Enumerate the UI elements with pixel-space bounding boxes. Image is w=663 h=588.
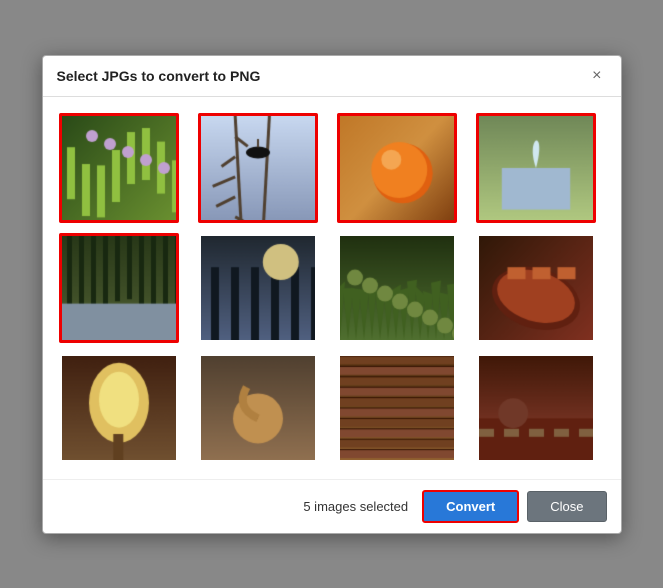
image-cell[interactable] bbox=[476, 113, 596, 223]
image-cell[interactable] bbox=[337, 353, 457, 463]
image-cell[interactable] bbox=[198, 353, 318, 463]
image-thumbnail bbox=[62, 116, 176, 220]
image-thumbnail bbox=[479, 236, 593, 340]
dialog-close-button[interactable]: × bbox=[587, 66, 606, 86]
dialog-header: Select JPGs to convert to PNG × bbox=[43, 56, 621, 97]
image-thumbnail bbox=[62, 356, 176, 460]
image-thumbnail bbox=[201, 236, 315, 340]
image-thumbnail bbox=[201, 356, 315, 460]
status-text: 5 images selected bbox=[57, 499, 409, 514]
image-cell[interactable] bbox=[198, 113, 318, 223]
image-thumbnail bbox=[340, 116, 454, 220]
image-thumbnail bbox=[479, 116, 593, 220]
dialog-body bbox=[43, 97, 621, 479]
image-cell[interactable] bbox=[59, 113, 179, 223]
image-thumbnail bbox=[201, 116, 315, 220]
dialog: Select JPGs to convert to PNG × 5 images… bbox=[42, 55, 622, 534]
image-thumbnail bbox=[479, 356, 593, 460]
image-grid bbox=[59, 113, 605, 463]
image-cell[interactable] bbox=[337, 113, 457, 223]
image-thumbnail bbox=[340, 236, 454, 340]
image-cell[interactable] bbox=[59, 353, 179, 463]
image-cell[interactable] bbox=[476, 353, 596, 463]
image-cell[interactable] bbox=[476, 233, 596, 343]
image-cell[interactable] bbox=[337, 233, 457, 343]
convert-button[interactable]: Convert bbox=[422, 490, 519, 523]
image-cell[interactable] bbox=[198, 233, 318, 343]
image-thumbnail bbox=[340, 356, 454, 460]
dialog-footer: 5 images selected Convert Close bbox=[43, 479, 621, 533]
image-cell[interactable] bbox=[59, 233, 179, 343]
image-thumbnail bbox=[62, 236, 176, 340]
dialog-title: Select JPGs to convert to PNG bbox=[57, 68, 261, 84]
close-button[interactable]: Close bbox=[527, 491, 606, 522]
